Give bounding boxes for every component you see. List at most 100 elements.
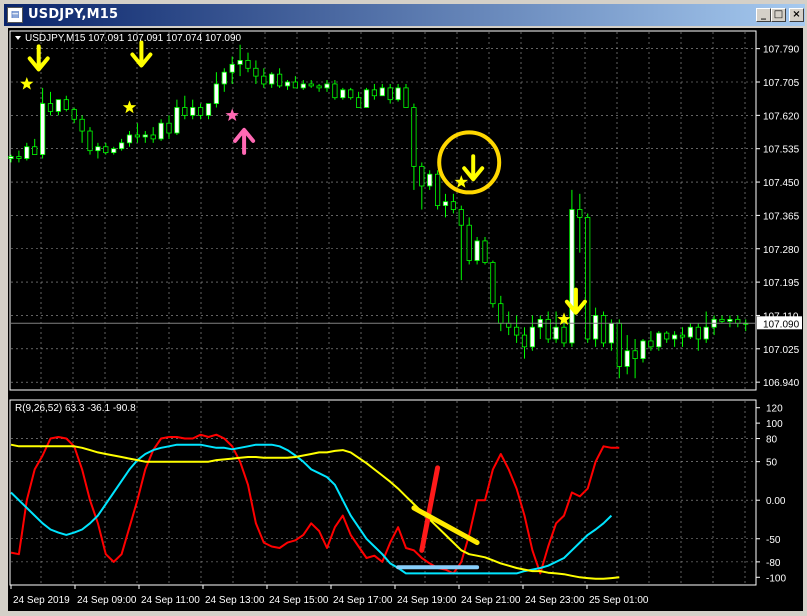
candle-body xyxy=(506,322,512,328)
current-price-label: 107.090 xyxy=(763,319,800,330)
candle-body xyxy=(632,350,638,360)
candle-body xyxy=(166,122,172,134)
y-tick-label: 107.705 xyxy=(763,78,800,89)
x-tick-label: 24 Sep 13:00 xyxy=(205,595,265,606)
buy-arrow-icon xyxy=(233,127,256,155)
y-tick-label: 50 xyxy=(766,458,778,469)
candle-body xyxy=(237,60,243,65)
candle-body xyxy=(340,89,346,99)
candle-body xyxy=(403,87,409,108)
candle-body xyxy=(324,83,330,89)
y-tick-label: 107.450 xyxy=(763,178,800,189)
minimize-button[interactable]: _ xyxy=(756,8,771,22)
sell-arrow-icon xyxy=(27,44,50,72)
candle-body xyxy=(719,318,725,322)
annotation-stroke xyxy=(419,465,441,553)
candle-body xyxy=(119,142,125,150)
signal-star xyxy=(225,108,239,121)
candle-body xyxy=(348,89,354,99)
price-pane-frame xyxy=(9,30,757,391)
candle-body xyxy=(529,326,536,348)
candle-body xyxy=(727,318,733,322)
candle-body xyxy=(553,326,559,340)
candle-body xyxy=(111,148,117,154)
close-button[interactable]: × xyxy=(789,8,804,22)
candle-body xyxy=(103,146,109,154)
x-tick-label: 24 Sep 21:00 xyxy=(461,595,521,606)
candle-body xyxy=(482,240,488,263)
oscillator-pane-frame xyxy=(9,399,757,586)
candle-body xyxy=(600,315,607,344)
candle-body xyxy=(419,165,425,187)
candle-body xyxy=(640,340,646,360)
candle-body xyxy=(616,322,622,367)
candle-body xyxy=(442,201,449,206)
x-tick-label: 24 Sep 19:00 xyxy=(397,595,457,606)
candle-body xyxy=(577,209,583,218)
candle-body xyxy=(197,107,204,116)
y-tick-label: 107.620 xyxy=(763,111,800,122)
y-tick-label: 107.365 xyxy=(763,211,800,222)
candle-body xyxy=(513,326,520,336)
candle-body xyxy=(134,134,140,138)
x-tick-label: 24 Sep 17:00 xyxy=(333,595,393,606)
candle-body xyxy=(253,67,259,77)
candle-body xyxy=(371,89,378,97)
window-title: USDJPY,M15 xyxy=(28,7,119,22)
candle-body xyxy=(269,73,275,85)
candle-body xyxy=(672,334,678,340)
candle-body xyxy=(300,83,306,89)
chart-svg: 107.790 107.705 107.620 107.535 107.450 107.3… xyxy=(8,30,802,606)
title-bar[interactable]: ▤ USDJPY,M15 _ □ × xyxy=(4,4,805,26)
candle-body xyxy=(687,326,694,338)
candle-body xyxy=(450,201,457,210)
maximize-button[interactable]: □ xyxy=(771,8,786,22)
candle-body xyxy=(608,322,615,344)
candle-body xyxy=(332,83,338,99)
candle-body xyxy=(95,146,101,152)
candle-body xyxy=(32,146,38,155)
candle-body xyxy=(55,99,62,112)
candle-body xyxy=(213,83,219,104)
candle-body xyxy=(656,332,662,348)
oscillator-series-line xyxy=(10,433,620,575)
candle-body xyxy=(284,81,291,87)
signal-star xyxy=(454,175,468,188)
candle-body xyxy=(490,262,496,305)
candle-body xyxy=(521,334,528,348)
chart-canvas[interactable]: 107.790 107.705 107.620 107.535 107.450 107.3… xyxy=(8,28,803,611)
y-tick-label: 107.535 xyxy=(763,145,800,156)
candle-body xyxy=(158,122,164,140)
candle-body xyxy=(466,224,472,261)
candle-body xyxy=(387,87,393,101)
candle-body xyxy=(150,134,156,140)
sell-arrow-icon xyxy=(130,40,153,68)
candle-body xyxy=(624,350,630,367)
y-tick-label: 107.195 xyxy=(763,278,800,289)
candle-body xyxy=(174,107,180,134)
candle-body xyxy=(379,87,385,97)
candle-body xyxy=(458,209,464,226)
y-tick-label: -80 xyxy=(766,558,781,569)
candle-body xyxy=(245,60,251,69)
candle-body xyxy=(292,81,299,89)
candle-body xyxy=(316,85,322,89)
candle-body xyxy=(126,134,133,144)
sell-arrow-icon xyxy=(462,154,485,182)
x-tick-label: 25 Sep 01:00 xyxy=(589,595,649,606)
oscillator-series-line xyxy=(10,443,613,575)
candle-body xyxy=(679,334,686,338)
candle-body xyxy=(190,107,196,116)
x-tick-label: 24 Sep 09:00 xyxy=(77,595,137,606)
y-tick-label: 106.940 xyxy=(763,378,800,389)
candle-body xyxy=(182,107,188,116)
y-tick-label: 0.00 xyxy=(766,496,786,507)
oscillator-series-line xyxy=(10,443,620,580)
candle-body xyxy=(79,118,85,132)
x-tick-label: 24 Sep 2019 xyxy=(13,595,70,606)
candle-body xyxy=(40,103,46,155)
x-tick-label: 24 Sep 23:00 xyxy=(525,595,585,606)
oscillator-pane-header: R(9,26,52) 63.3 -36.1 -90.8 xyxy=(15,403,136,414)
candle-body xyxy=(703,326,709,340)
y-tick-label: 80 xyxy=(766,435,778,446)
